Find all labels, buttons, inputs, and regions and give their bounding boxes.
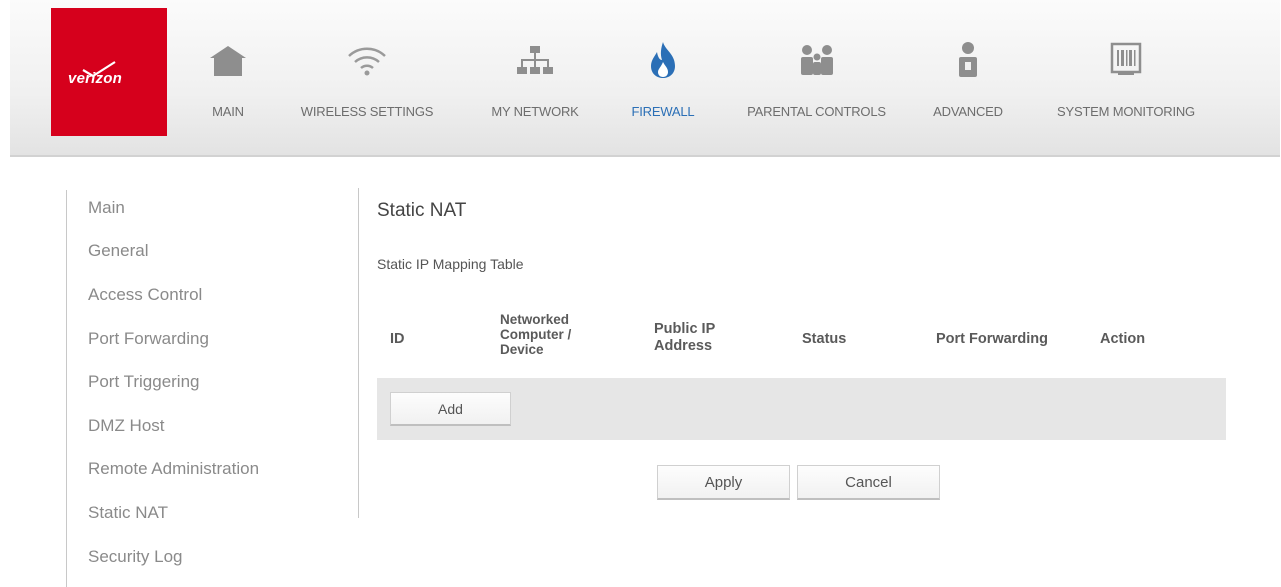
page-title: Static NAT — [377, 200, 467, 221]
sidebar-item-main[interactable]: Main — [88, 198, 125, 218]
add-button[interactable]: Add — [390, 392, 511, 426]
column-header-public-ip-line1: Public IP — [654, 321, 716, 337]
nav-wireless-settings[interactable]: WIRELESS SETTINGS — [282, 40, 452, 130]
top-navigation-bar: verizon MAIN WIRELESS SETTINGS MY NETWOR… — [10, 0, 1280, 157]
monitor-barcode-icon — [1110, 42, 1142, 75]
logo-wordmark: verizon — [68, 69, 122, 87]
column-header-device-line2: Computer / — [500, 327, 572, 342]
nav-advanced-label: ADVANCED — [933, 104, 1003, 119]
column-header-device: Networked Computer / Device — [500, 312, 571, 357]
static-ip-mapping-table-body: Add — [377, 378, 1226, 440]
nav-my-network[interactable]: MY NETWORK — [480, 40, 590, 130]
sidebar-item-port-triggering[interactable]: Port Triggering — [88, 372, 200, 392]
nav-main[interactable]: MAIN — [188, 40, 268, 130]
sidebar-item-security-log[interactable]: Security Log — [88, 547, 183, 567]
sidebar-item-dmz-host[interactable]: DMZ Host — [88, 416, 165, 436]
nav-firewall-label: FIREWALL — [631, 104, 695, 119]
content-divider — [358, 188, 359, 518]
advanced-user-icon — [959, 42, 977, 77]
sidebar-item-general[interactable]: General — [88, 241, 148, 261]
network-icon — [517, 46, 553, 74]
nav-system-monitoring-label: SYSTEM MONITORING — [1057, 104, 1195, 119]
sidebar-item-port-forwarding[interactable]: Port Forwarding — [88, 329, 209, 349]
firewall-sidebar: Main General Access Control Port Forward… — [66, 190, 296, 587]
table-subtitle: Static IP Mapping Table — [377, 256, 524, 272]
nav-my-network-label: MY NETWORK — [491, 104, 579, 119]
nav-wireless-settings-label: WIRELESS SETTINGS — [300, 104, 434, 119]
column-header-public-ip-line2: Address — [654, 338, 713, 354]
sidebar-item-static-nat[interactable]: Static NAT — [88, 503, 168, 523]
cancel-button[interactable]: Cancel — [797, 465, 940, 500]
column-header-port-forwarding: Port Forwarding — [936, 331, 1048, 347]
column-header-status: Status — [802, 331, 847, 347]
nav-system-monitoring[interactable]: SYSTEM MONITORING — [1040, 40, 1212, 130]
nav-firewall[interactable]: FIREWALL — [618, 40, 708, 130]
wifi-icon — [348, 47, 386, 76]
nav-parental-controls[interactable]: PARENTAL CONTROLS — [734, 40, 899, 130]
column-header-action: Action — [1100, 331, 1146, 347]
sidebar-item-remote-administration[interactable]: Remote Administration — [88, 459, 259, 479]
flame-icon — [651, 42, 675, 78]
column-header-device-line3: Device — [500, 342, 544, 357]
house-icon — [210, 46, 246, 76]
column-header-public-ip: Public IP Address — [654, 321, 715, 355]
column-header-id: ID — [390, 331, 405, 347]
nav-parental-controls-label: PARENTAL CONTROLS — [747, 104, 886, 119]
verizon-logo[interactable]: verizon — [51, 8, 167, 136]
family-icon — [800, 45, 833, 75]
sidebar-item-access-control[interactable]: Access Control — [88, 285, 202, 305]
nav-main-label: MAIN — [212, 104, 244, 119]
nav-advanced[interactable]: ADVANCED — [922, 40, 1014, 130]
apply-button[interactable]: Apply — [657, 465, 790, 500]
column-header-device-line1: Networked — [500, 312, 570, 327]
